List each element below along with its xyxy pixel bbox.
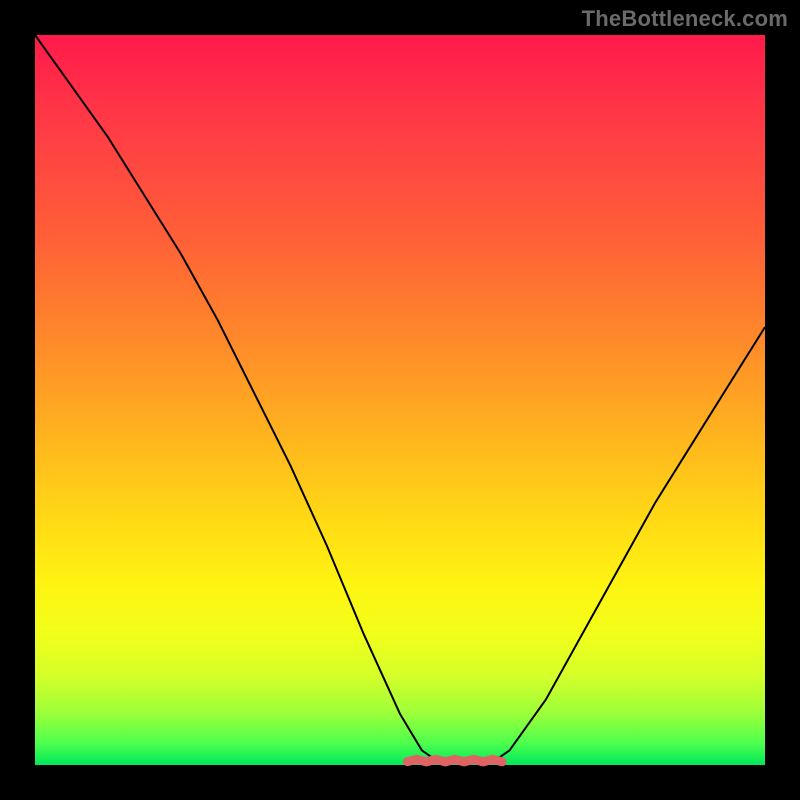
chart-frame: TheBottleneck.com <box>0 0 800 800</box>
watermark-text: TheBottleneck.com <box>582 6 788 32</box>
chart-svg <box>35 35 765 765</box>
bottleneck-curve <box>35 35 765 764</box>
optimal-range-marker <box>407 759 502 761</box>
